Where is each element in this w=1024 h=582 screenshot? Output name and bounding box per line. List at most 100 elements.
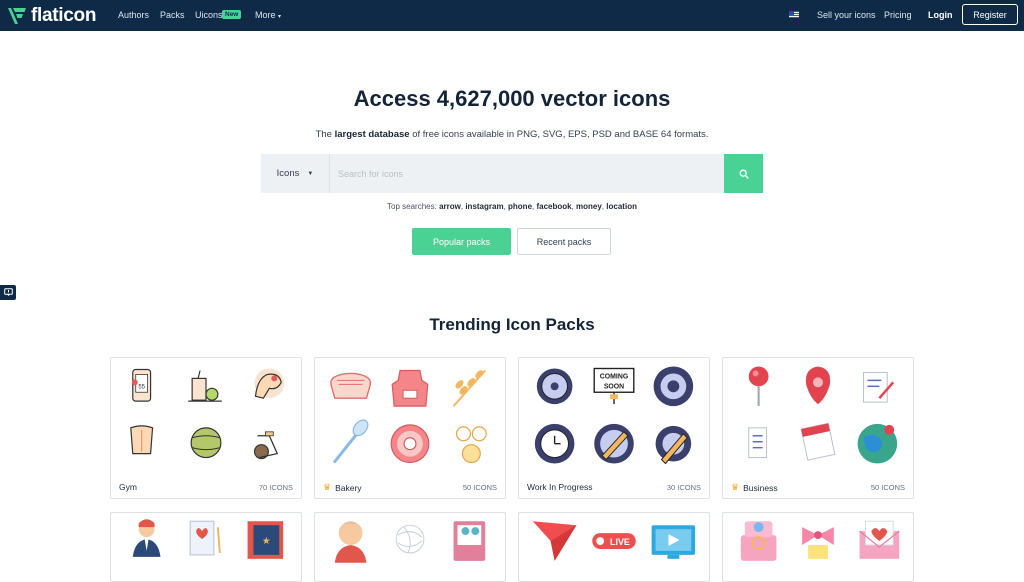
us-flag-icon[interactable] [789, 11, 799, 18]
svg-text:★: ★ [262, 536, 271, 547]
bicep-icon [254, 368, 285, 399]
grandmother-icon [334, 521, 367, 563]
pack-preview-icons: 55 [130, 368, 285, 460]
new-badge: New [222, 10, 242, 19]
search-input[interactable] [331, 154, 724, 193]
fitness-phone-icon: 55 [131, 368, 152, 402]
coming-soon-sign-icon: COMING SOON [593, 367, 635, 405]
yarn-ball-icon [395, 524, 425, 554]
juice-drink-icon [188, 370, 222, 402]
top-search-term[interactable]: phone [508, 202, 532, 211]
top-search-term[interactable]: arrow [439, 202, 461, 211]
gear-pencil-icon [655, 425, 692, 465]
pack-name: Gym [119, 482, 137, 492]
nav-pricing[interactable]: Pricing [884, 10, 912, 20]
hero-title: Access 4,627,000 vector icons [353, 86, 671, 111]
torso-icon [130, 425, 154, 455]
pack-card[interactable] [314, 512, 506, 582]
nav-sell-icons[interactable]: Sell your icons [817, 10, 876, 20]
pack-card-bakery[interactable]: ♛ Bakery 50 ICONS [314, 357, 506, 499]
chef-dough-icon [455, 426, 487, 464]
exercise-ball-icon [190, 427, 222, 459]
nav-authors[interactable]: Authors [118, 10, 149, 20]
top-searches-label: Top searches: [387, 202, 437, 211]
pack-icon-count: 70 ICONS [258, 483, 293, 492]
top-search-term[interactable]: facebook [536, 202, 571, 211]
certificate-icon [189, 520, 221, 556]
pack-name: ♛ Business [731, 482, 778, 493]
nav-more[interactable]: More ▾ [255, 10, 281, 20]
pin-icon [748, 366, 769, 407]
svg-text:55: 55 [138, 384, 145, 390]
feedback-tab[interactable] [0, 285, 16, 300]
flaticon-logo[interactable]: flaticon [7, 5, 96, 27]
globe-icon [857, 423, 898, 464]
nav-login[interactable]: Login [928, 10, 953, 20]
send-arrow-icon [532, 521, 577, 561]
top-search-term[interactable]: instagram [465, 202, 503, 211]
pack-preview-icons [740, 520, 900, 561]
trending-title: Trending Icon Packs [429, 315, 595, 334]
pack-card[interactable]: LIVE [518, 512, 710, 582]
live-badge-icon: LIVE [592, 533, 636, 549]
businessman-icon [132, 519, 161, 557]
top-search-term[interactable]: location [606, 202, 637, 211]
feedback-icon [3, 288, 13, 296]
nav-uicons[interactable]: Uicons [195, 10, 223, 20]
pack-preview-icons [330, 369, 487, 464]
hero-sub-suffix: of free icons available in PNG, SVG, EPS… [409, 129, 709, 140]
ring-box-icon [740, 521, 777, 561]
apron-icon [391, 369, 429, 407]
top-searches: Top searches: arrow, instagram, phone, f… [387, 202, 637, 211]
hero-sub-bold: largest database [334, 129, 410, 140]
premium-crown-icon: ♛ [323, 482, 332, 492]
donut-icon [390, 424, 430, 464]
search-type-label: Icons [276, 168, 300, 179]
logo-text: flaticon [31, 5, 97, 26]
pack-icon-count: 30 ICONS [666, 483, 701, 492]
pack-name-label: Gym [119, 482, 137, 492]
pack-name-label: Business [743, 482, 778, 493]
register-button[interactable]: Register [962, 4, 1018, 25]
location-marker-icon [805, 366, 831, 405]
hero-sub-prefix: The [315, 129, 335, 140]
search-icon [739, 169, 749, 179]
pack-card[interactable] [722, 512, 914, 582]
pack-icon-count: 50 ICONS [870, 483, 905, 492]
nav-packs[interactable]: Packs [160, 10, 185, 20]
exercise-bike-icon [253, 431, 279, 460]
love-letter-icon [859, 520, 900, 559]
hero-subtitle: The largest database of free icons avail… [0, 129, 1024, 140]
svg-text:LIVE: LIVE [610, 537, 630, 547]
pencil-circle-icon [594, 423, 634, 464]
search-bar: Icons ▼ [261, 154, 763, 193]
svg-text:SOON: SOON [604, 383, 624, 390]
pack-name: ♛ Bakery [323, 482, 362, 493]
top-search-term[interactable]: money [576, 202, 602, 211]
pack-card-gym[interactable]: 55 Gym 70 ICONS [110, 357, 302, 499]
gear-circle-icon [653, 366, 694, 407]
chevron-down-icon: ▼ [307, 170, 314, 177]
book-cover-icon: ★ [247, 521, 284, 559]
pack-preview-icons: ★ [132, 519, 284, 559]
gear-clock-icon [536, 368, 573, 405]
pack-preview-icons: LIVE [532, 521, 696, 561]
pack-card[interactable]: ★ [110, 512, 302, 582]
pack-preview-icons: COMING SOON [534, 366, 694, 465]
pie-icon [330, 372, 372, 399]
chevron-down-icon: ▾ [278, 14, 282, 20]
checklist-icon [748, 427, 768, 459]
bow-gift-icon [802, 527, 834, 559]
wheat-icon [452, 369, 486, 407]
pack-card-work-in-progress[interactable]: COMING SOON Work In Progress 30 ICONS [518, 357, 710, 499]
spatula-icon [333, 419, 369, 463]
search-type-dropdown[interactable]: Icons ▼ [261, 154, 330, 193]
svg-text:COMING: COMING [600, 373, 628, 380]
recent-packs-button[interactable]: Recent packs [517, 228, 611, 255]
popular-packs-button[interactable]: Popular packs [412, 228, 511, 255]
pack-card-business[interactable]: ♛ Business 50 ICONS [722, 357, 914, 499]
pack-name: Work In Progress [527, 482, 593, 492]
clock-icon [534, 423, 575, 464]
search-button[interactable] [724, 154, 763, 193]
pack-icon-count: 50 ICONS [462, 483, 497, 492]
